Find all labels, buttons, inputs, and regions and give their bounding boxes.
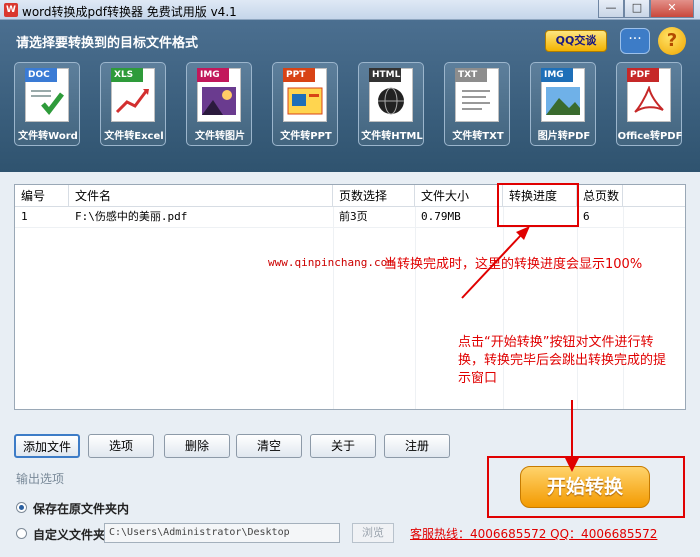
arrow-to-start-icon xyxy=(565,400,579,472)
arrow-to-progress-icon xyxy=(461,226,530,299)
annotation-overlay xyxy=(461,183,579,472)
progress-highlight-box xyxy=(497,183,579,227)
app-window: W word转换成pdf转换器 免费试用版 v4.1 — □ ✕ 请选择要转换到… xyxy=(0,0,700,557)
